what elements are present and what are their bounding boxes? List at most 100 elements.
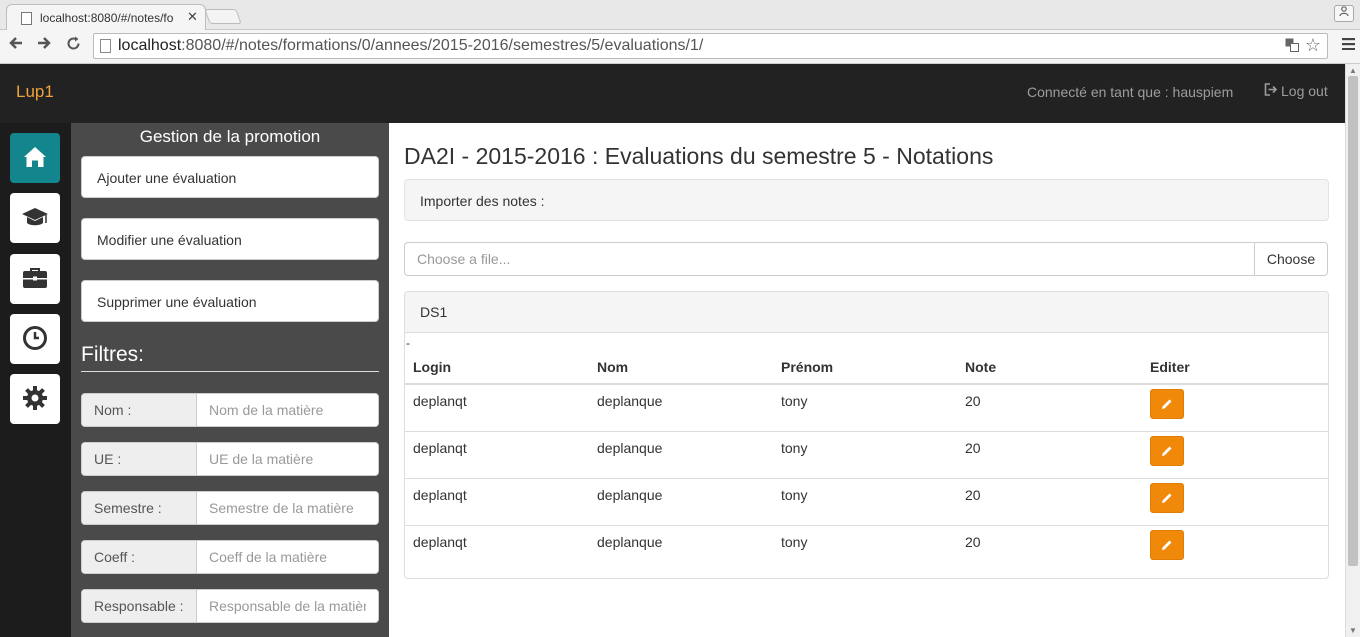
connected-user-text: Connecté en tant que : hauspiem: [1027, 84, 1234, 100]
filter-responsable: Responsable :: [81, 589, 379, 623]
cell-login: deplanqt: [405, 477, 589, 525]
column-header-nom: Nom: [589, 350, 773, 385]
pencil-icon: [1162, 446, 1172, 456]
cell-nom: deplanque: [597, 393, 663, 409]
sidebar-item-work[interactable]: [10, 254, 60, 304]
browser-menu-icon[interactable]: [1342, 37, 1355, 55]
edit-grade-button[interactable]: [1150, 435, 1184, 466]
column-header-login: Login: [405, 350, 589, 385]
table-row: deplanqt deplanque tony 20: [405, 430, 1328, 478]
cell-note: 20: [965, 393, 981, 409]
scrollbar-thumb[interactable]: [1348, 76, 1358, 566]
briefcase-icon: [21, 264, 49, 295]
profile-icon[interactable]: [1334, 5, 1354, 22]
tab-close-icon[interactable]: ✕: [187, 9, 198, 25]
file-upload-group: Choose: [404, 242, 1328, 276]
cell-prenom: tony: [781, 393, 808, 409]
cell-edit: [1142, 524, 1328, 572]
browser-tab[interactable]: localhost:8080/#/notes/fo ✕: [6, 4, 206, 31]
column-header-prenom: Prénom: [773, 350, 957, 385]
filter-semestre-input[interactable]: [197, 492, 378, 524]
filters-title: Filtres:: [81, 343, 144, 366]
clock-icon: [21, 324, 49, 355]
cell-login: deplanqt: [405, 430, 589, 478]
filter-nom: Nom :: [81, 393, 379, 427]
panel-title: Gestion de la promotion: [139, 127, 321, 146]
cell-edit: [1142, 430, 1328, 478]
bookmark-star-icon[interactable]: ☆: [1305, 35, 1321, 56]
pencil-icon: [1162, 540, 1172, 550]
evaluation-name: DS1: [405, 292, 1328, 333]
reload-icon[interactable]: [66, 36, 81, 55]
sidebar-item-history[interactable]: [10, 314, 60, 364]
cell-nom: deplanque: [589, 524, 773, 572]
cell-prenom: tony: [773, 430, 957, 478]
sidebar-item-formations[interactable]: [10, 193, 60, 243]
evaluation-dash: -: [406, 336, 410, 350]
cell-edit: [1142, 477, 1328, 525]
url-host: localhost: [118, 37, 182, 54]
gear-icon: [21, 384, 49, 415]
column-header-note: Note: [957, 350, 1142, 385]
forward-icon[interactable]: [37, 36, 51, 54]
import-notes-box: Importer des notes :: [404, 179, 1329, 221]
grades-table: Login Nom Prénom Note Editer deplanqt de…: [405, 350, 1328, 572]
file-path-input[interactable]: [404, 242, 1254, 276]
delete-evaluation-button[interactable]: Supprimer une évaluation: [81, 280, 379, 322]
choose-file-button[interactable]: Choose: [1254, 242, 1328, 276]
cell-note: 20: [957, 524, 1142, 572]
cell-nom: deplanque: [589, 430, 773, 478]
edit-grade-button[interactable]: [1150, 389, 1184, 419]
browser-tab-strip: localhost:8080/#/notes/fo ✕: [0, 0, 1360, 31]
add-evaluation-button[interactable]: Ajouter une évaluation: [81, 156, 379, 198]
evaluation-panel: DS1 - Login Nom Prénom Note Editer depla…: [404, 291, 1329, 579]
filter-ue-label: UE :: [82, 443, 197, 475]
filters-divider: [81, 371, 379, 372]
app-navbar: Lup1 Connecté en tant que : hauspiem Log…: [0, 64, 1345, 123]
management-panel: Gestion de la promotion Ajouter une éval…: [71, 123, 389, 637]
scroll-down-arrow-icon[interactable]: ▼: [1349, 626, 1357, 635]
cell-nom: deplanque: [589, 477, 773, 525]
main-content: DA2I - 2015-2016 : Evaluations du semest…: [389, 123, 1345, 637]
table-row: deplanqt deplanque tony 20: [405, 384, 1328, 431]
filter-coeff-input[interactable]: [197, 541, 378, 573]
address-bar[interactable]: localhost:8080/#/notes/formations/0/anne…: [93, 33, 1328, 59]
filter-semestre: Semestre :: [81, 491, 379, 525]
cell-note: 20: [957, 477, 1142, 525]
filter-coeff-label: Coeff :: [82, 541, 197, 573]
back-icon[interactable]: [9, 36, 23, 54]
pencil-icon: [1162, 399, 1172, 409]
cell-login: deplanqt: [413, 393, 467, 409]
new-tab-button[interactable]: [204, 9, 242, 24]
translate-icon[interactable]: [1285, 38, 1299, 55]
tab-title: localhost:8080/#/notes/fo: [40, 11, 174, 25]
edit-grade-button[interactable]: [1150, 482, 1184, 513]
filter-coeff: Coeff :: [81, 540, 379, 574]
sidebar-item-settings[interactable]: [10, 374, 60, 424]
page-title: DA2I - 2015-2016 : Evaluations du semest…: [404, 143, 994, 169]
address-url: localhost:8080/#/notes/formations/0/anne…: [118, 37, 703, 55]
graduation-cap-icon: [21, 203, 49, 234]
icon-sidebar: [0, 123, 71, 637]
column-header-editer: Editer: [1142, 350, 1328, 385]
cell-prenom: tony: [773, 477, 957, 525]
filter-responsable-input[interactable]: [197, 590, 378, 622]
table-header-row: Login Nom Prénom Note Editer: [405, 350, 1328, 385]
filter-ue: UE :: [81, 442, 379, 476]
page-info-icon[interactable]: [100, 39, 111, 53]
logout-label: Log out: [1281, 83, 1328, 99]
scroll-up-arrow-icon[interactable]: ▲: [1349, 66, 1357, 75]
pencil-icon: [1162, 493, 1172, 503]
edit-evaluation-button[interactable]: Modifier une évaluation: [81, 218, 379, 260]
cell-prenom: tony: [773, 524, 957, 572]
home-icon: [21, 143, 49, 174]
filter-nom-input[interactable]: [197, 394, 378, 426]
brand-logo[interactable]: Lup1: [16, 82, 54, 102]
cell-login: deplanqt: [405, 524, 589, 572]
logout-link[interactable]: Log out: [1264, 83, 1328, 99]
page-scrollbar[interactable]: ▲ ▼: [1345, 64, 1360, 637]
filter-ue-input[interactable]: [197, 443, 378, 475]
edit-grade-button[interactable]: [1150, 529, 1184, 560]
sidebar-item-home[interactable]: [10, 133, 60, 183]
filter-semestre-label: Semestre :: [82, 492, 197, 524]
